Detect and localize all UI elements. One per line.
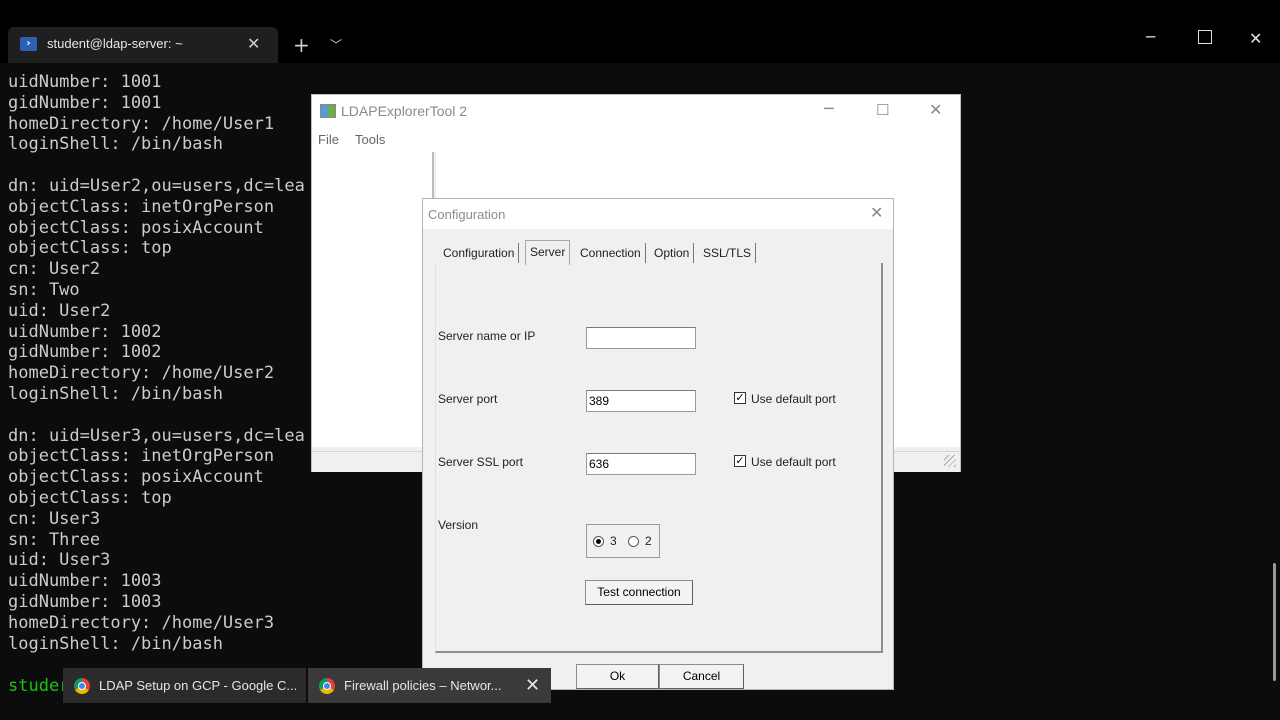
terminal-line: uid: User2 — [8, 300, 111, 321]
version-radio-group: 3 2 — [586, 524, 660, 558]
server-port-label: Server port — [438, 392, 498, 406]
close-window-icon[interactable]: ✕ — [1249, 29, 1262, 48]
menu-file[interactable]: File — [318, 132, 339, 147]
terminal-line: objectClass: posixAccount — [8, 467, 264, 488]
use-default-ssl-port-checkbox[interactable]: ✓ — [734, 455, 746, 467]
version-label: Version — [438, 518, 479, 532]
terminal-line: homeDirectory: /home/User1 — [8, 113, 275, 134]
terminal-output: uidNumber: 1001 gidNumber: 1001 homeDirect… — [8, 72, 305, 654]
terminal-line: uidNumber: 1003 — [8, 571, 162, 592]
terminal-line: sn: Two — [8, 279, 80, 300]
terminal-line: dn: uid=User2,ou=users,dc=lea — [8, 175, 305, 196]
configuration-dialog: Configuration ✕ Configuration Server Con… — [422, 198, 894, 690]
menu-tools[interactable]: Tools — [355, 132, 385, 147]
close-icon[interactable]: ✕ — [525, 675, 540, 696]
terminal-line: gidNumber: 1001 — [8, 92, 162, 113]
server-ssl-port-label: Server SSL port — [438, 455, 523, 469]
dialog-titlebar: Configuration ✕ — [423, 199, 893, 229]
terminal-line: homeDirectory: /home/User3 — [8, 612, 275, 633]
use-default-port-checkbox[interactable]: ✓ — [734, 392, 746, 404]
test-connection-button[interactable]: Test connection — [585, 580, 693, 605]
ok-button[interactable]: Ok — [576, 664, 659, 689]
tab-server[interactable]: Server — [525, 240, 571, 265]
terminal-line: objectClass: inetOrgPerson — [8, 196, 275, 217]
terminal-line: loginShell: /bin/bash — [8, 134, 223, 155]
terminal-line: uidNumber: 1002 — [8, 321, 162, 342]
chrome-icon — [74, 678, 90, 694]
tab-configuration[interactable]: Configuration — [439, 243, 520, 263]
directory-tree-pane[interactable] — [312, 152, 434, 447]
terminal-line: sn: Three — [8, 529, 101, 550]
server-name-label: Server name or IP — [438, 329, 536, 343]
use-default-ssl-port-label: Use default port — [751, 455, 836, 469]
terminal-line: loginShell: /bin/bash — [8, 383, 223, 404]
close-icon[interactable]: ✕ — [929, 100, 942, 119]
minimize-icon[interactable]: ─ — [1146, 28, 1155, 46]
close-tab-icon[interactable]: ✕ — [247, 34, 260, 53]
terminal-line: uid: User3 — [8, 550, 111, 571]
terminal-line: objectClass: inetOrgPerson — [8, 446, 275, 467]
taskbar-item-label: Firewall policies – Networ... — [344, 678, 502, 693]
version-2-radio[interactable] — [628, 536, 639, 547]
menu-bar: File Tools — [312, 127, 960, 152]
tab-connection[interactable]: Connection — [576, 243, 646, 263]
version-2-label: 2 — [645, 534, 652, 548]
terminal-line: gidNumber: 1003 — [8, 591, 162, 612]
terminal-line: objectClass: top — [8, 487, 172, 508]
terminal-tab[interactable]: › student@ldap-server: ~ ✕ — [8, 27, 278, 63]
terminal-line: cn: User3 — [8, 508, 101, 529]
app-icon — [320, 104, 336, 118]
terminal-line: objectClass: posixAccount — [8, 217, 264, 238]
dialog-title: Configuration — [428, 207, 506, 222]
terminal-tab-title: student@ldap-server: ~ — [47, 36, 183, 51]
terminal-prompt: studer — [8, 676, 70, 696]
terminal-line: loginShell: /bin/bash — [8, 633, 223, 654]
taskbar-item[interactable]: Firewall policies – Networ... ✕ — [308, 668, 551, 703]
terminal-line: cn: User2 — [8, 259, 101, 280]
terminal-line: gidNumber: 1002 — [8, 342, 162, 363]
server-name-input[interactable] — [586, 327, 696, 349]
terminal-line: homeDirectory: /home/User2 — [8, 363, 275, 384]
taskbar-item[interactable]: LDAP Setup on GCP - Google C... — [63, 668, 306, 703]
close-icon[interactable]: ✕ — [870, 203, 883, 222]
version-3-label: 3 — [610, 534, 617, 548]
powershell-icon: › — [20, 37, 37, 51]
window-title: LDAPExplorerTool 2 — [341, 103, 468, 119]
maximize-icon[interactable] — [1198, 30, 1212, 44]
new-tab-icon[interactable]: + — [293, 33, 310, 57]
terminal-line: dn: uid=User3,ou=users,dc=lea — [8, 425, 305, 446]
terminal-scrollbar[interactable] — [1273, 563, 1276, 681]
tab-option[interactable]: Option — [650, 243, 695, 263]
version-3-radio[interactable] — [593, 536, 604, 547]
resize-grip-icon[interactable] — [944, 455, 956, 467]
ldap-titlebar: LDAPExplorerTool 2 ─ ☐ ✕ — [312, 95, 960, 127]
chevron-down-icon[interactable]: ﹀ — [330, 36, 342, 53]
maximize-icon[interactable]: ☐ — [876, 101, 889, 119]
use-default-port-label: Use default port — [751, 392, 836, 406]
server-ssl-port-input[interactable]: 636 — [586, 453, 696, 475]
chrome-icon — [319, 678, 335, 694]
tab-ssl-tls[interactable]: SSL/TLS — [699, 243, 757, 263]
radio-selected-dot — [596, 539, 601, 544]
taskbar-item-label: LDAP Setup on GCP - Google C... — [99, 678, 298, 693]
server-port-input[interactable]: 389 — [586, 390, 696, 412]
cancel-button[interactable]: Cancel — [659, 664, 744, 689]
terminal-line: objectClass: top — [8, 238, 172, 259]
minimize-icon[interactable]: ─ — [824, 99, 834, 118]
terminal-line: uidNumber: 1001 — [8, 72, 162, 92]
